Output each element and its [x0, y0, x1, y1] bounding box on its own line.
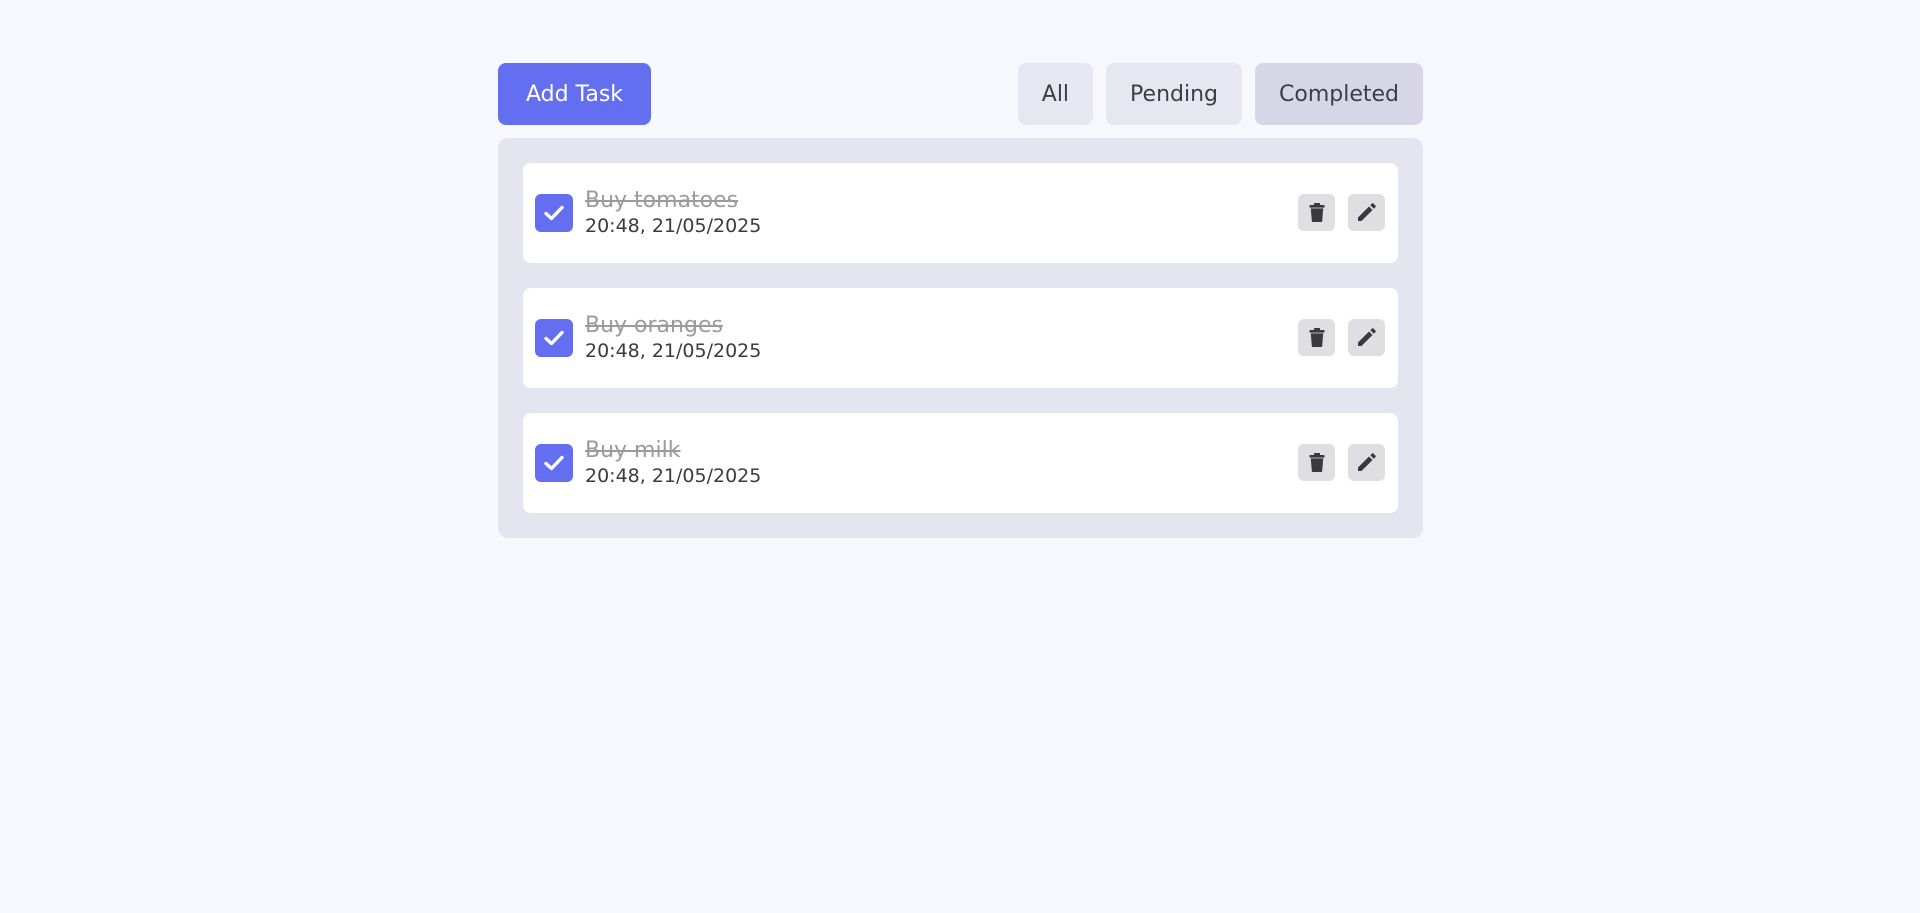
filter-pending-button[interactable]: Pending — [1106, 63, 1242, 125]
trash-icon — [1309, 203, 1324, 222]
pencil-icon — [1358, 453, 1376, 471]
task-item: Buy tomatoes 20:48, 21/05/2025 — [523, 163, 1398, 263]
task-actions — [1298, 444, 1385, 481]
task-list: Buy tomatoes 20:48, 21/05/2025 Buy orang… — [498, 138, 1423, 538]
trash-icon — [1309, 328, 1324, 347]
task-text: Buy tomatoes 20:48, 21/05/2025 — [585, 188, 761, 238]
filter-group: All Pending Completed — [1017, 63, 1423, 125]
filter-completed-button[interactable]: Completed — [1255, 63, 1423, 125]
task-actions — [1298, 319, 1385, 356]
delete-task-button[interactable] — [1298, 194, 1335, 231]
task-item: Buy oranges 20:48, 21/05/2025 — [523, 288, 1398, 388]
task-timestamp: 20:48, 21/05/2025 — [585, 215, 762, 237]
delete-task-button[interactable] — [1298, 444, 1335, 481]
task-title: Buy milk — [585, 438, 681, 463]
trash-icon — [1309, 453, 1324, 472]
task-text: Buy oranges 20:48, 21/05/2025 — [585, 313, 761, 363]
pencil-icon — [1358, 328, 1376, 346]
task-title: Buy oranges — [585, 313, 723, 338]
check-icon — [544, 205, 564, 221]
task-checkbox[interactable] — [535, 319, 573, 357]
toolbar: Add Task All Pending Completed — [498, 63, 1423, 125]
task-title: Buy tomatoes — [585, 188, 739, 213]
task-checkbox[interactable] — [535, 194, 573, 232]
task-item: Buy milk 20:48, 21/05/2025 — [523, 413, 1398, 513]
edit-task-button[interactable] — [1348, 319, 1385, 356]
task-text: Buy milk 20:48, 21/05/2025 — [585, 438, 761, 488]
task-timestamp: 20:48, 21/05/2025 — [585, 465, 762, 487]
todo-app: Add Task All Pending Completed Buy tomat… — [498, 63, 1423, 538]
task-timestamp: 20:48, 21/05/2025 — [585, 340, 762, 362]
add-task-button[interactable]: Add Task — [498, 63, 651, 125]
delete-task-button[interactable] — [1298, 319, 1335, 356]
pencil-icon — [1358, 203, 1376, 221]
check-icon — [544, 330, 564, 346]
filter-all-button[interactable]: All — [1017, 63, 1094, 125]
task-checkbox[interactable] — [535, 444, 573, 482]
edit-task-button[interactable] — [1348, 194, 1385, 231]
check-icon — [544, 455, 564, 471]
task-actions — [1298, 194, 1385, 231]
edit-task-button[interactable] — [1348, 444, 1385, 481]
